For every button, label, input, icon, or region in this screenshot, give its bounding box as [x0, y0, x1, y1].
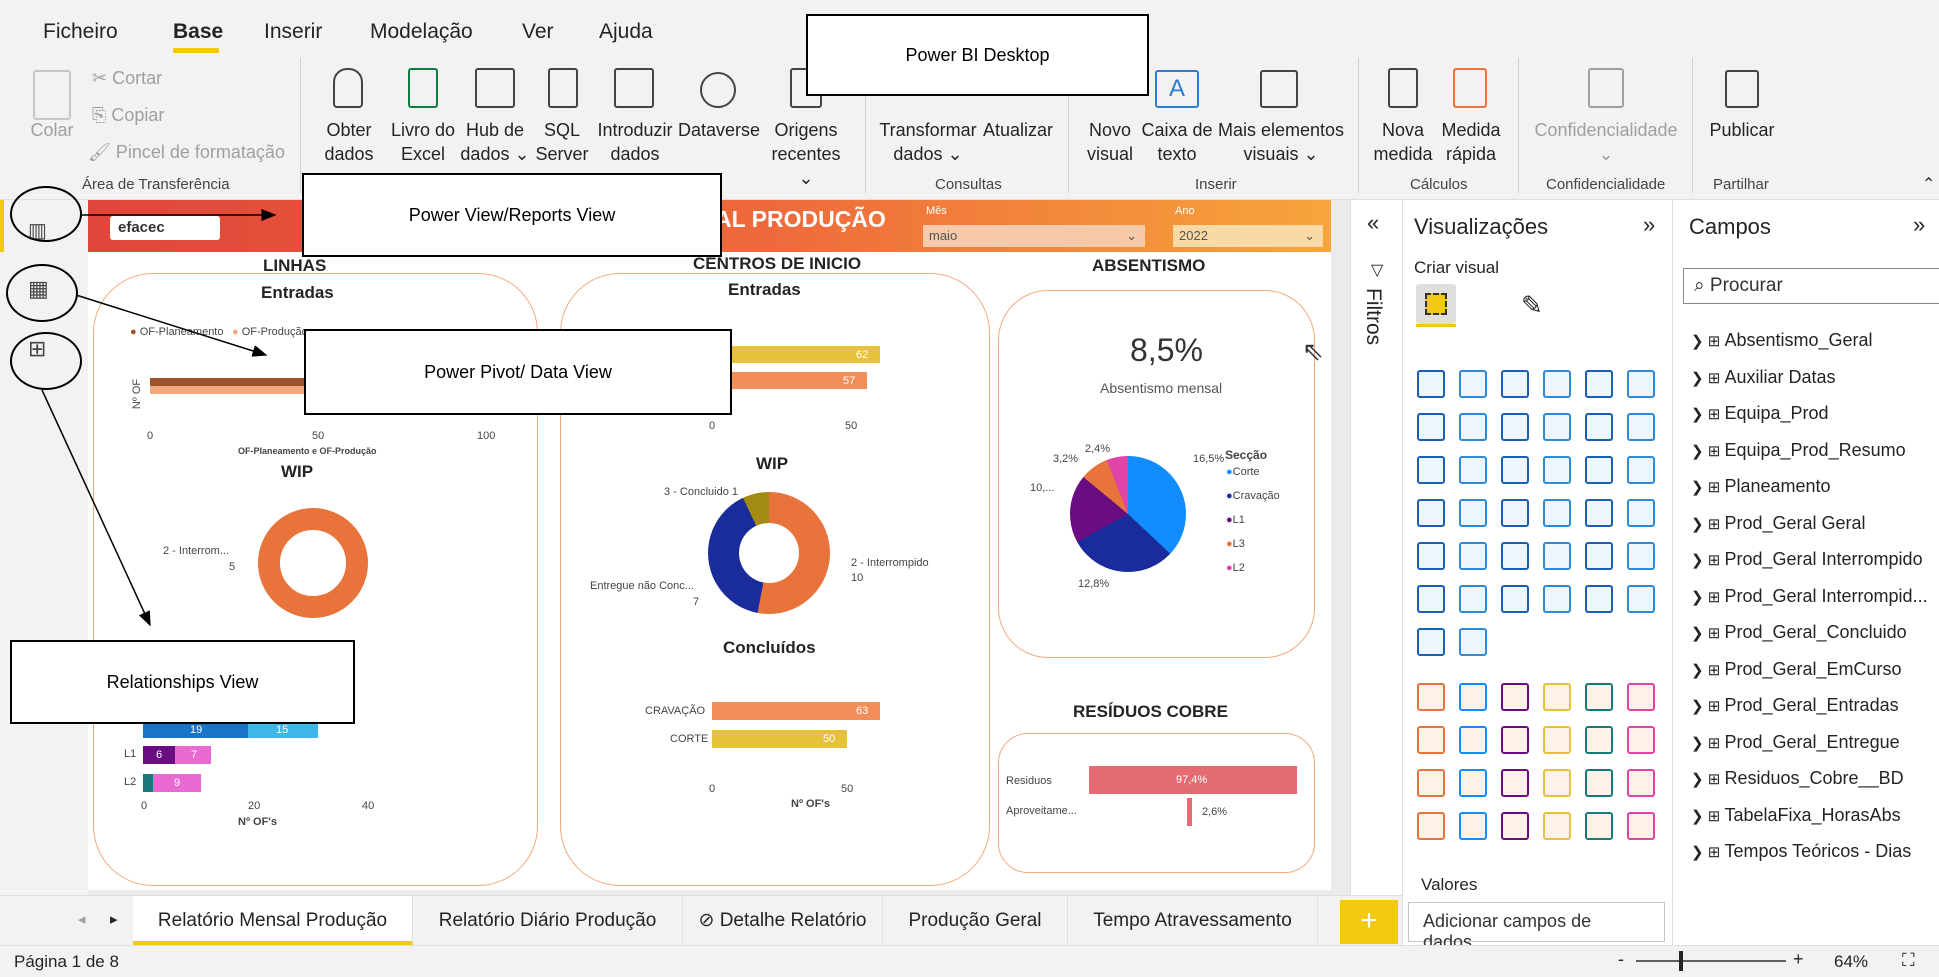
annotation-arrows [41, 209, 277, 627]
